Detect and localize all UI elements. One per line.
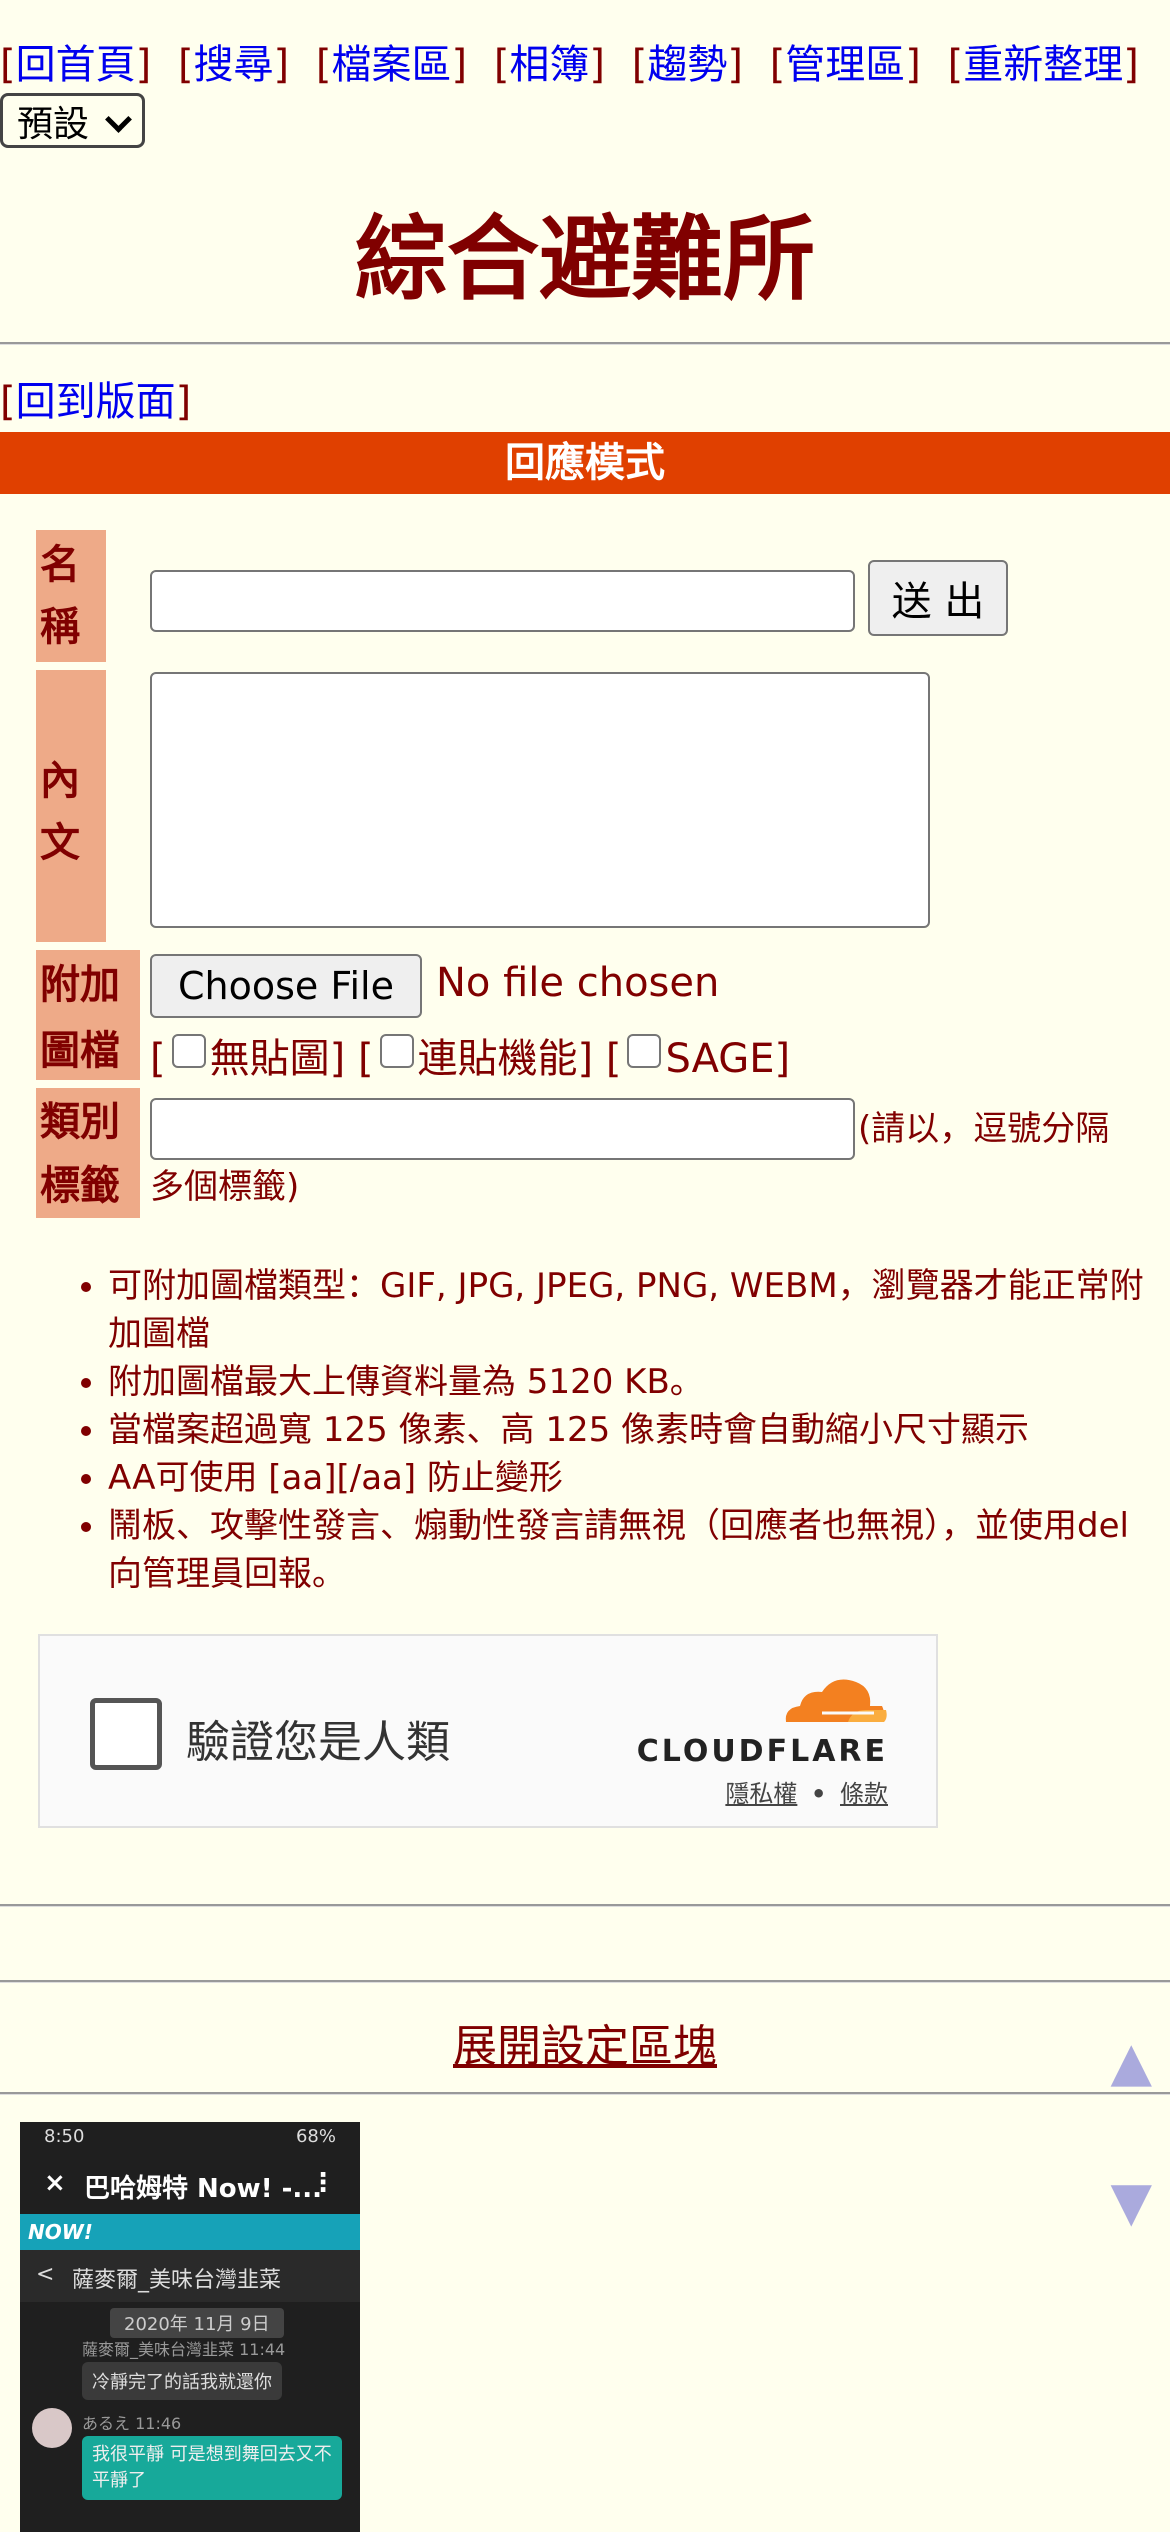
nav-item-home[interactable]: [回首頁] [0, 42, 151, 88]
no-file-text: No file chosen [436, 960, 720, 1006]
expand-settings-link[interactable]: 展開設定區塊 [0, 2010, 1170, 2074]
link-mode-checkbox[interactable] [379, 1034, 414, 1068]
avatar [32, 2408, 72, 2448]
nav-item-search[interactable]: [搜尋] [178, 42, 289, 88]
divider [0, 342, 1170, 345]
divider [0, 2092, 1170, 2095]
captcha-checkbox[interactable] [90, 1698, 162, 1770]
thumb-brand-bar: NOW! [20, 2214, 360, 2250]
cloudflare-logo-icon [785, 1679, 887, 1722]
nav-item-refresh[interactable]: [重新整理] [948, 42, 1139, 88]
nav-link-home[interactable]: 回首頁 [16, 42, 136, 88]
thumb-message: 我很平靜 可是想到舞回去又不平靜了 [82, 2436, 342, 2500]
sage-label: SAGE [665, 1036, 775, 1082]
captcha-label: 驗證您是人類 [186, 1717, 450, 1768]
nav-link-trends[interactable]: 趨勢 [647, 42, 727, 88]
nav-item-trends[interactable]: [趨勢] [632, 42, 743, 88]
terms-link[interactable]: 條款 [840, 1780, 888, 1808]
separator-dot: • [811, 1780, 827, 1808]
name-label: 名稱 [36, 530, 106, 662]
nav-item-archive[interactable]: [檔案區] [316, 42, 467, 88]
name-input[interactable] [150, 570, 855, 632]
close-icon: × [44, 2168, 66, 2198]
nav-link-album[interactable]: 相簿 [509, 42, 589, 88]
captcha-brand: CLOUDFLARE [636, 1734, 888, 1769]
no-image-checkbox[interactable] [171, 1034, 206, 1068]
rule-item: AA可使用 [aa][/aa] 防止變形 [108, 1454, 1150, 1502]
nav-item-admin[interactable]: [管理區] [770, 42, 921, 88]
tag-hint: (請以，逗號分隔多個標籤) [150, 1109, 1110, 1207]
captcha-links: 隱私權 • 條款 [725, 1774, 888, 1809]
style-select[interactable]: 預設 [0, 93, 145, 148]
nav-link-admin[interactable]: 管理區 [785, 42, 905, 88]
no-image-label: 無貼圖 [209, 1036, 330, 1082]
chevron-down-icon [105, 106, 132, 133]
thumb-status-bar: 8:50 68% [44, 2126, 336, 2147]
thumb-message: 冷靜完了的話我就還你 [82, 2362, 282, 2400]
rule-item: 可附加圖檔類型：GIF, JPG, JPEG, PNG, WEBM，瀏覽器才能正… [108, 1262, 1150, 1358]
link-mode-label: 連貼機能 [417, 1036, 578, 1082]
thumb-chat-header: < 薩麥爾_美味台灣韭菜 [20, 2250, 360, 2302]
reply-mode-bar: 回應模式 [0, 432, 1170, 494]
nav-link-archive[interactable]: 檔案區 [331, 42, 451, 88]
nav-item-album[interactable]: [相簿] [494, 42, 605, 88]
nav-link-search[interactable]: 搜尋 [194, 42, 274, 88]
menu-icon: ⋮ [310, 2168, 336, 2198]
posting-rules: 可附加圖檔類型：GIF, JPG, JPEG, PNG, WEBM，瀏覽器才能正… [40, 1262, 1150, 1598]
body-label: 內文 [36, 670, 106, 942]
captcha-widget: 驗證您是人類 CLOUDFLARE 隱私權 • 條款 [38, 1634, 938, 1828]
thumb-date: 2020年 11月 9日 [110, 2308, 284, 2338]
divider [0, 1904, 1170, 1907]
submit-button[interactable]: 送 出 [868, 560, 1008, 636]
top-nav: [回首頁] [搜尋] [檔案區] [相簿] [趨勢] [管理區] [重新整理] [0, 30, 1139, 100]
scroll-up-icon[interactable]: ▲ [1110, 2030, 1152, 2093]
attach-options: [無貼圖] [連貼機能] [SAGE] [150, 1034, 791, 1082]
back-icon: < [36, 2262, 55, 2287]
rule-item: 鬧板、攻擊性發言、煽動性發言請無視（回應者也無視），並使用del向管理員回報。 [108, 1502, 1150, 1598]
thumb-app-header: × 巴哈姆特 Now! -... ⋮ [44, 2168, 336, 2204]
tag-label: 類別標籤 [36, 1088, 140, 1218]
body-textarea[interactable] [150, 672, 930, 928]
scroll-down-icon[interactable]: ▼ [1110, 2170, 1152, 2233]
rule-item: 當檔案超過寬 125 像素、高 125 像素時會自動縮小尺寸顯示 [108, 1406, 1150, 1454]
back-to-board-link[interactable]: [回到版面] [0, 372, 191, 432]
privacy-link[interactable]: 隱私權 [725, 1780, 797, 1808]
choose-file-button[interactable]: Choose File [150, 954, 422, 1018]
attach-label: 附加圖檔 [36, 950, 140, 1080]
post-thumbnail-image[interactable]: 8:50 68% × 巴哈姆特 Now! -... ⋮ NOW! < 薩麥爾_美… [20, 2122, 360, 2532]
rule-item: 附加圖檔最大上傳資料量為 5120 KB。 [108, 1358, 1150, 1406]
back-link-text[interactable]: 回到版面 [16, 379, 176, 425]
divider [0, 1980, 1170, 1983]
style-select-value: 預設 [17, 103, 90, 145]
sage-checkbox[interactable] [627, 1034, 662, 1068]
board-title: 綜合避難所 [354, 206, 815, 313]
nav-link-refresh[interactable]: 重新整理 [963, 42, 1123, 88]
